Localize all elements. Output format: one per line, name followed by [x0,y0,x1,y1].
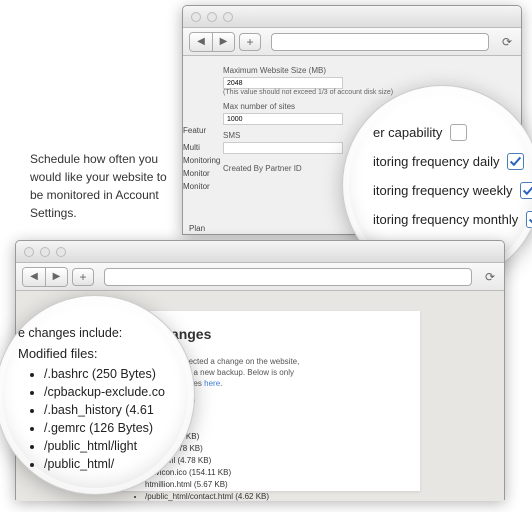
new-tab-button[interactable]: + [239,33,261,51]
titlebar [16,241,504,263]
toolbar: ◀ ▶ + ⟳ [16,263,504,291]
capability-label: er capability [373,125,442,140]
section-label: Multi [183,143,220,152]
magnifier-lens: e changes include: Modified files: /.bas… [0,295,195,495]
back-button[interactable]: ◀ [190,33,212,51]
modified-file-item: /cpbackup-exclude.co [44,385,195,399]
section-label: Plan [189,224,205,233]
sms-input[interactable] [223,142,343,154]
frequency-monthly-label: itoring frequency monthly [373,212,518,227]
forward-button[interactable]: ▶ [212,33,234,51]
modified-file-item: /.bashrc (250 Bytes) [44,367,195,381]
traffic-light[interactable] [191,12,201,22]
reload-button[interactable]: ⟳ [499,34,515,50]
here-link[interactable]: here [204,379,220,388]
modified-files-heading: Modified files: [18,346,195,361]
section-label: Featur [183,126,220,135]
modified-file-item: /.gemrc (126 Bytes) [44,421,195,435]
frequency-monthly-checkbox[interactable] [526,211,532,228]
modified-file-item: /.bash_history (4.61 [44,403,195,417]
traffic-light[interactable] [40,247,50,257]
section-label: Monitor [183,182,220,191]
caption-text: Schedule how often you would like your w… [30,150,180,222]
new-tab-button[interactable]: + [72,268,94,286]
section-label: Monitor [183,169,220,178]
section-label: Monitoring [183,156,220,165]
reload-button[interactable]: ⟳ [482,269,498,285]
back-button[interactable]: ◀ [23,268,45,286]
toolbar: ◀ ▶ + ⟳ [183,28,521,56]
file-item: htmillion.html (5.67 KB) [145,480,395,489]
titlebar [183,6,521,28]
url-bar[interactable] [271,33,489,51]
website-size-input[interactable] [223,77,343,89]
capability-checkbox[interactable] [450,124,467,141]
file-item: /public_html/contact.html (4.62 KB) [145,492,395,501]
max-sites-input[interactable] [223,113,343,125]
field-label: Maximum Website Size (MB) [223,66,481,75]
traffic-light[interactable] [207,12,217,22]
frequency-daily-label: itoring frequency daily [373,154,499,169]
changes-include-label: e changes include: [18,326,195,340]
frequency-daily-checkbox[interactable] [507,153,524,170]
traffic-light[interactable] [56,247,66,257]
modified-file-item: /public_html/light [44,439,195,453]
forward-button[interactable]: ▶ [45,268,67,286]
traffic-light[interactable] [223,12,233,22]
url-bar[interactable] [104,268,472,286]
traffic-light[interactable] [24,247,34,257]
modified-file-item: /public_html/ [44,457,195,471]
frequency-weekly-label: itoring frequency weekly [373,183,512,198]
frequency-weekly-checkbox[interactable] [520,182,532,199]
